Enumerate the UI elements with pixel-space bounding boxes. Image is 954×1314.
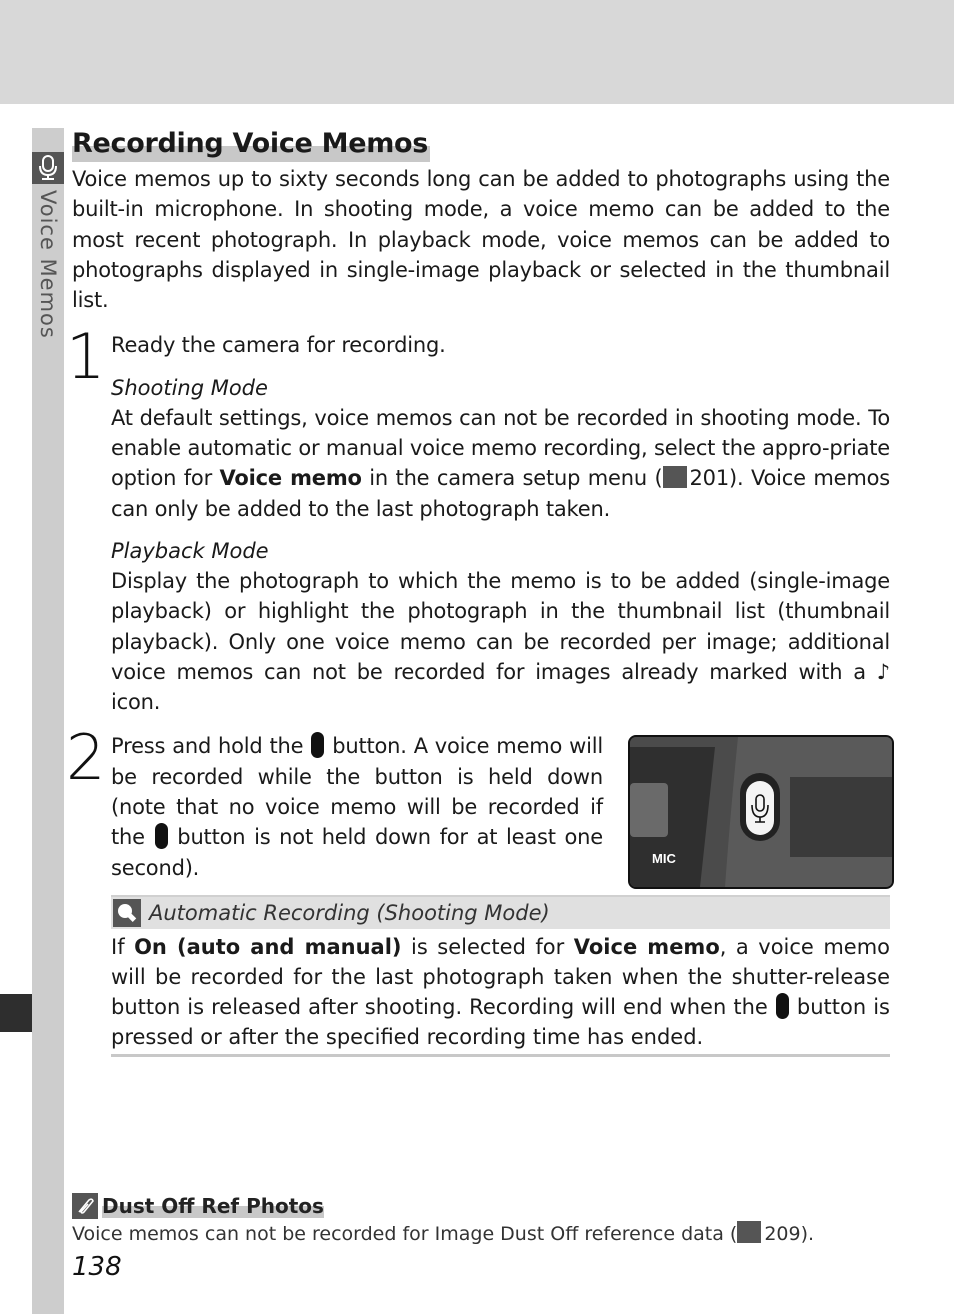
page-header-band — [0, 0, 954, 104]
step-text: Press and hold the button. A voice memo … — [111, 731, 603, 882]
text-run: button is not held down for at least one… — [111, 825, 603, 880]
note-header: Automatic Recording (Shooting Mode) — [111, 894, 890, 929]
text-run: ). — [800, 1223, 815, 1245]
dust-off-tip: Dust Off Ref Photos Voice memos can not … — [72, 1193, 890, 1247]
chapter-marker — [0, 994, 32, 1032]
step-1: 1 Ready the camera for recording. Shooti… — [66, 326, 890, 717]
shooting-mode-text: At default settings, voice memos can not… — [111, 403, 890, 524]
tip-text: Voice memos can not be recorded for Imag… — [72, 1221, 890, 1247]
page-reference-icon — [662, 466, 687, 489]
page-title: Recording Voice Memos — [72, 126, 431, 162]
text-run: Display the photograph to which the memo… — [111, 568, 890, 684]
text-run: is selected for — [401, 934, 574, 959]
tip-header: Dust Off Ref Photos — [72, 1193, 890, 1219]
step-number: 1 — [66, 320, 106, 394]
automatic-recording-note: Automatic Recording (Shooting Mode) If O… — [111, 894, 890, 1057]
note-text: If On (auto and manual) is selected for … — [111, 932, 890, 1057]
intro-paragraph: Voice memos up to sixty seconds long can… — [72, 167, 890, 313]
mic-button-icon — [775, 992, 789, 1019]
step-2: 2 Press and hold the button. A voice mem… — [66, 727, 894, 890]
section-tab-label: Voice Memos — [36, 190, 60, 339]
lightbulb-icon — [113, 898, 141, 927]
text-run: icon. — [111, 690, 161, 715]
mic-button-icon — [311, 732, 325, 759]
paperclip-icon — [72, 1193, 98, 1219]
note-title: Automatic Recording (Shooting Mode) — [149, 900, 550, 925]
step-number: 2 — [66, 721, 106, 795]
mic-button-icon — [154, 823, 168, 850]
microphone-icon — [32, 152, 64, 184]
playback-mode-text: Display the photograph to which the memo… — [111, 566, 890, 717]
step-text: Ready the camera for recording. — [111, 333, 446, 358]
page-reference[interactable]: 209 — [764, 1223, 800, 1245]
menu-item-name: Voice memo — [219, 466, 362, 491]
text-run: If — [111, 934, 135, 959]
camera-mic-illustration: MIC — [628, 735, 894, 890]
page-number: 138 — [72, 1252, 122, 1282]
mic-label: MIC — [652, 851, 676, 867]
menu-item-name: Voice memo — [573, 934, 720, 959]
voice-memo-note-icon: ♪ — [876, 659, 890, 684]
text-run: Voice memos can not be recorded for Imag… — [72, 1223, 738, 1245]
text-run: in the camera setup menu ( — [361, 466, 663, 491]
option-name: On (auto and manual) — [134, 934, 402, 959]
playback-mode-heading: Playback Mode — [111, 538, 269, 563]
main-content: Recording Voice Memos Voice memos up to … — [66, 126, 894, 1057]
shooting-mode-heading: Shooting Mode — [111, 375, 268, 400]
page-reference-icon — [737, 1221, 762, 1243]
tip-title: Dust Off Ref Photos — [102, 1194, 324, 1218]
text-run: Press and hold the — [111, 734, 311, 759]
page-reference[interactable]: 201 — [690, 466, 730, 490]
